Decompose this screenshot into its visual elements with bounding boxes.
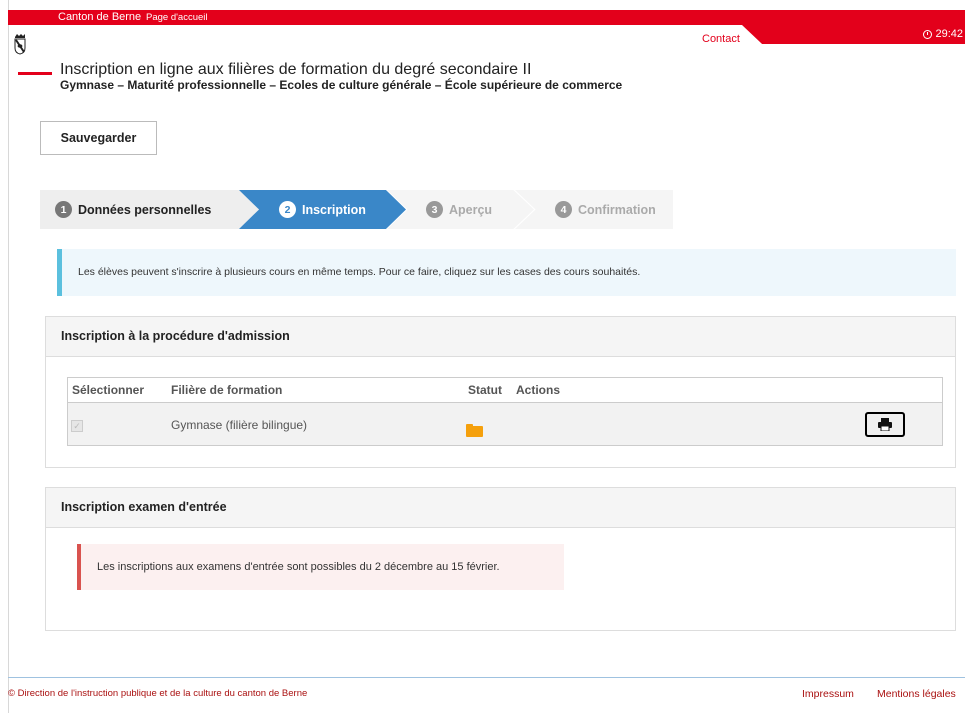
- info-message: Les élèves peuvent s'inscrire à plusieur…: [57, 249, 956, 296]
- step-number: 4: [555, 201, 572, 218]
- admission-table: Sélectionner Filière de formation Statut…: [67, 377, 943, 446]
- admission-panel: Inscription à la procédure d'admission S…: [45, 316, 956, 468]
- save-button[interactable]: Sauvegarder: [40, 121, 157, 155]
- page-subtitle: Gymnase – Maturité professionnelle – Eco…: [60, 78, 623, 92]
- step-preview: 3 Aperçu: [387, 190, 534, 229]
- timer-value: 29:42: [935, 28, 963, 40]
- folder-icon: [466, 424, 483, 437]
- step-label: Inscription: [302, 202, 366, 217]
- column-actions: Actions: [516, 383, 561, 397]
- entrance-exam-panel-title: Inscription examen d'entrée: [46, 488, 955, 528]
- clock-icon: [923, 30, 933, 39]
- step-personal-data[interactable]: 1 Données personnelles: [40, 190, 259, 229]
- column-select: Sélectionner: [72, 383, 145, 397]
- bern-coat-of-arms-logo: [14, 34, 26, 55]
- impressum-link[interactable]: Impressum: [802, 688, 854, 700]
- legal-notice-link[interactable]: Mentions légales: [877, 688, 956, 700]
- print-button[interactable]: [865, 412, 905, 437]
- step-inscription[interactable]: 2 Inscription: [239, 190, 406, 229]
- step-number: 3: [426, 201, 443, 218]
- step-number: 2: [279, 201, 296, 218]
- page-title: Inscription en ligne aux filières de for…: [60, 61, 532, 78]
- home-link[interactable]: Page d'accueil: [146, 10, 208, 25]
- step-label: Aperçu: [449, 202, 493, 217]
- column-status: Statut: [468, 383, 502, 397]
- step-number: 1: [55, 201, 72, 218]
- session-timer: 29:42: [923, 25, 963, 44]
- title-accent-line: [18, 72, 52, 75]
- step-label: Confirmation: [578, 202, 656, 217]
- print-icon: [878, 418, 892, 431]
- top-bar: Canton de Berne Page d'accueil: [8, 10, 965, 25]
- column-program: Filière de formation: [171, 383, 283, 397]
- admission-panel-title: Inscription à la procédure d'admission: [46, 317, 955, 357]
- contact-link[interactable]: Contact: [702, 33, 740, 45]
- table-header: Sélectionner Filière de formation Statut…: [68, 378, 942, 403]
- program-name: Gymnase (filière bilingue): [171, 418, 308, 432]
- footer-copyright: © Direction de l'instruction publique et…: [8, 688, 308, 699]
- brand-link[interactable]: Canton de Berne: [58, 10, 141, 25]
- step-label: Données personnelles: [78, 202, 212, 217]
- left-border: [8, 0, 9, 713]
- table-row: ✓ Gymnase (filière bilingue): [68, 403, 942, 445]
- footer-divider: [8, 677, 965, 678]
- select-checkbox: ✓: [71, 420, 83, 432]
- exam-alert: Les inscriptions aux examens d'entrée so…: [77, 544, 564, 590]
- entrance-exam-panel: Inscription examen d'entrée Les inscript…: [45, 487, 956, 631]
- step-confirmation: 4 Confirmation: [515, 190, 673, 229]
